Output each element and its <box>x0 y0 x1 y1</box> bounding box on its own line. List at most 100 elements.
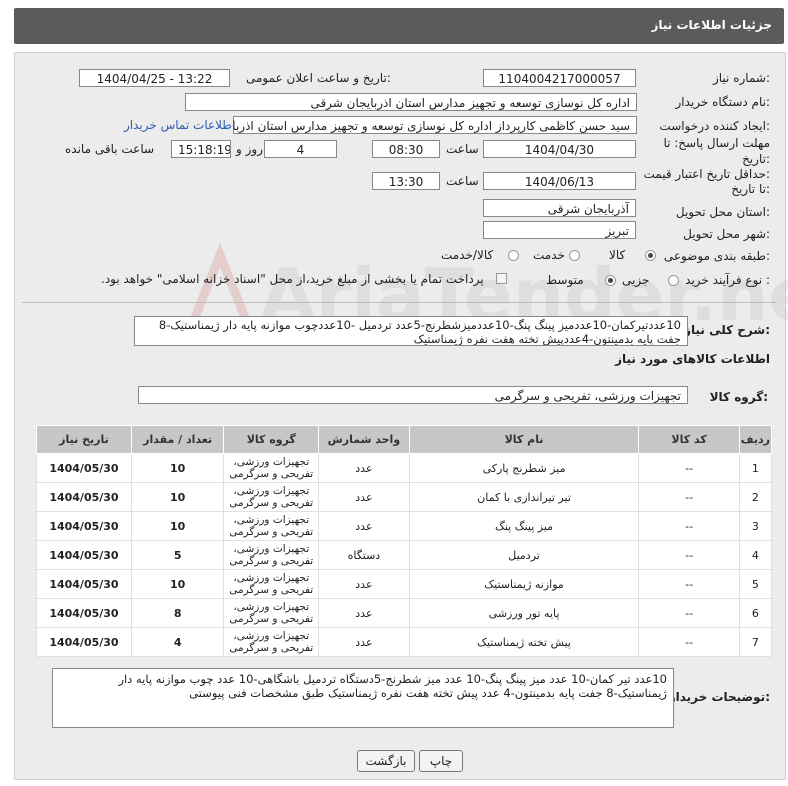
col-header-row: ردیف <box>738 425 773 454</box>
category-radio-service[interactable] <box>569 250 580 261</box>
cell-row: 1 <box>738 453 773 483</box>
cell-qty: 10 <box>130 482 225 512</box>
deadline-label-2: تاریخ: <box>742 152 770 166</box>
table-row[interactable]: 7 -- پیش تخته ژیمناستیک عدد تجهیزات ورزش… <box>36 627 773 657</box>
cell-code: -- <box>638 482 740 512</box>
process-option-medium: متوسط <box>546 273 584 287</box>
days-label: روز و <box>236 142 263 156</box>
col-header-code: کد کالا <box>638 425 740 454</box>
back-button[interactable]: بازگشت <box>357 750 415 772</box>
goods-group-field[interactable]: تجهیزات ورزشی، تفریحی و سرگرمی <box>138 386 688 404</box>
category-option-goods: کالا <box>609 248 626 262</box>
cell-date: 1404/05/30 <box>36 540 132 570</box>
cell-date: 1404/05/30 <box>36 482 132 512</box>
cell-date: 1404/05/30 <box>36 627 132 657</box>
cell-qty: 10 <box>130 569 225 599</box>
cell-code: -- <box>638 598 740 628</box>
process-radio-minor[interactable] <box>668 275 679 286</box>
announce-field[interactable]: 1404/04/25 - 13:22 <box>79 69 230 87</box>
process-label: نوع فرآیند خرید : <box>685 273 770 287</box>
creator-field[interactable]: سید حسن کاظمی کارپرداز اداره کل نوسازی ت… <box>233 116 637 134</box>
cell-group: تجهیزات ورزشی، تفریحی و سرگرمی <box>223 598 320 628</box>
creator-label: ایجاد کننده درخواست: <box>659 119 770 133</box>
cell-code: -- <box>638 627 740 657</box>
cell-date: 1404/05/30 <box>36 598 132 628</box>
cell-unit: عدد <box>318 482 410 512</box>
cell-row: 7 <box>738 627 773 657</box>
cell-group: تجهیزات ورزشی، تفریحی و سرگرمی <box>223 511 320 541</box>
validity-label-1: حداقل تاریخ اعتبار قیمت: <box>643 167 770 181</box>
treasury-payment-note: پرداخت تمام یا بخشی از مبلغ خرید،از محل … <box>101 272 484 286</box>
process-option-minor: جزیی <box>622 273 650 287</box>
table-row[interactable]: 4 -- تردمیل دستگاه تجهیزات ورزشی، تفریحی… <box>36 540 773 570</box>
items-table: ردیف کد کالا نام کالا واحد شمارش گروه کا… <box>36 425 773 657</box>
cell-code: -- <box>638 511 740 541</box>
table-row[interactable]: 5 -- موازنه ژیمناستیک عدد تجهیزات ورزشی،… <box>36 569 773 599</box>
remaining-time-field[interactable]: 15:18:19 <box>171 140 231 158</box>
deadline-time-label: ساعت <box>446 142 479 156</box>
col-header-group: گروه کالا <box>223 425 320 454</box>
buyer-notes-field[interactable]: 10عدد تیر کمان-10 عدد میز پینگ پنگ-10 عد… <box>52 668 674 728</box>
process-radio-medium[interactable] <box>605 275 616 286</box>
cell-group: تجهیزات ورزشی، تفریحی و سرگرمی <box>223 482 320 512</box>
cell-group: تجهیزات ورزشی، تفریحی و سرگرمی <box>223 540 320 570</box>
goods-group-label: گروه کالا: <box>709 390 768 404</box>
deadline-time-field[interactable]: 08:30 <box>372 140 440 158</box>
cell-unit: عدد <box>318 569 410 599</box>
category-option-goods-service: کالا/خدمت <box>441 248 494 262</box>
buyer-field[interactable]: اداره کل نوسازی توسعه و تجهیز مدارس استا… <box>185 93 637 111</box>
treasury-payment-checkbox[interactable] <box>496 273 507 284</box>
cell-row: 2 <box>738 482 773 512</box>
validity-time-field[interactable]: 13:30 <box>372 172 440 190</box>
cell-unit: عدد <box>318 598 410 628</box>
cell-group: تجهیزات ورزشی، تفریحی و سرگرمی <box>223 453 320 483</box>
cell-date: 1404/05/30 <box>36 453 132 483</box>
print-button[interactable]: چاپ <box>419 750 463 772</box>
validity-date-field[interactable]: 1404/06/13 <box>483 172 636 190</box>
need-number-field[interactable]: 1104004217000057 <box>483 69 636 87</box>
summary-label: شرح کلی نیاز: <box>684 323 770 337</box>
city-label: شهر محل تحویل: <box>683 227 770 241</box>
remaining-time-label: ساعت باقی مانده <box>65 142 155 156</box>
buyer-notes-label: توضیحات خریدار: <box>668 690 770 704</box>
col-header-unit: واحد شمارش <box>318 425 410 454</box>
cell-qty: 5 <box>130 540 225 570</box>
cell-group: تجهیزات ورزشی، تفریحی و سرگرمی <box>223 627 320 657</box>
cell-name: پایه تور ورزشی <box>408 598 640 628</box>
table-row[interactable]: 2 -- تیر تیراندازی با کمان عدد تجهیزات و… <box>36 482 773 512</box>
cell-qty: 4 <box>130 627 225 657</box>
cell-row: 3 <box>738 511 773 541</box>
category-radio-goods-service[interactable] <box>508 250 519 261</box>
need-number-label: شماره نیاز: <box>712 71 770 85</box>
summary-field[interactable]: 10عددتیرکمان-10عددمیز پینگ پنگ-10عددمیزش… <box>134 316 688 346</box>
cell-group: تجهیزات ورزشی، تفریحی و سرگرمی <box>223 569 320 599</box>
cell-row: 4 <box>738 540 773 570</box>
divider <box>22 302 777 303</box>
cell-name: موازنه ژیمناستیک <box>408 569 640 599</box>
cell-unit: عدد <box>318 453 410 483</box>
panel-header: جزئیات اطلاعات نیاز <box>14 8 784 44</box>
cell-row: 6 <box>738 598 773 628</box>
cell-code: -- <box>638 453 740 483</box>
cell-qty: 10 <box>130 511 225 541</box>
category-option-service: خدمت <box>533 248 565 262</box>
table-row[interactable]: 6 -- پایه تور ورزشی عدد تجهیزات ورزشی، ت… <box>36 598 773 628</box>
days-remaining-field[interactable]: 4 <box>264 140 337 158</box>
buyer-contact-link[interactable]: اطلاعات تماس خریدار <box>124 118 235 132</box>
col-header-date: تاریخ نیاز <box>36 425 132 454</box>
buyer-label: نام دستگاه خریدار: <box>675 95 771 109</box>
cell-date: 1404/05/30 <box>36 569 132 599</box>
province-field[interactable]: آذربایجان شرقی <box>483 199 636 217</box>
cell-qty: 8 <box>130 598 225 628</box>
cell-row: 5 <box>738 569 773 599</box>
table-row[interactable]: 1 -- میز شطرنج پارکی عدد تجهیزات ورزشی، … <box>36 453 773 483</box>
col-header-qty: تعداد / مقدار <box>130 425 225 454</box>
items-section-title: اطلاعات کالاهای مورد نیاز <box>615 352 770 366</box>
validity-label-2: تا تاریخ: <box>731 182 770 196</box>
cell-name: تیر تیراندازی با کمان <box>408 482 640 512</box>
deadline-date-field[interactable]: 1404/04/30 <box>483 140 636 158</box>
table-row[interactable]: 3 -- میز پینگ پنگ عدد تجهیزات ورزشی، تفر… <box>36 511 773 541</box>
cell-code: -- <box>638 569 740 599</box>
category-radio-goods[interactable] <box>645 250 656 261</box>
city-field[interactable]: تبریز <box>483 221 636 239</box>
